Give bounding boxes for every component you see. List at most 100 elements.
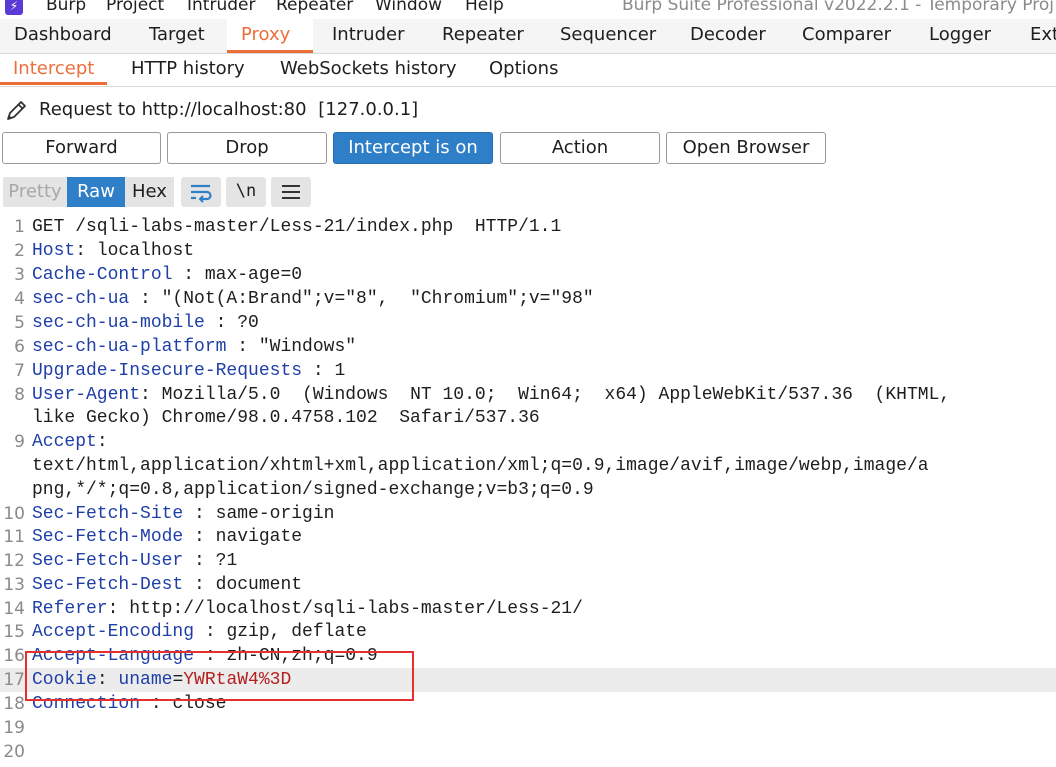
header-name: Host	[32, 241, 76, 261]
header-value: "(Not(A:Brand";v="8", "Chromium";v="98"	[161, 289, 594, 309]
header-name: User-Agent	[32, 385, 141, 405]
window-title: Burp Suite Professional v2022.2.1 - Temp…	[622, 0, 1054, 15]
line-content: Accept-Language : zh-CN,zh;q=0.9	[32, 644, 378, 668]
cookie-equals: =	[172, 670, 184, 690]
request-line[interactable]: 17 Cookie: uname=YWRtaW4%3D	[0, 668, 1056, 692]
line-number: 9	[14, 432, 25, 452]
line-number: 17	[3, 670, 25, 690]
header-value: GET /sqli-labs-master/Less-21/index.php …	[32, 217, 562, 237]
header-value: same-origin	[215, 504, 335, 524]
line-number: 20	[3, 742, 25, 762]
tab-repeater[interactable]: Repeater	[428, 19, 538, 53]
line-content: like Gecko) Chrome/98.0.4758.102 Safari/…	[32, 406, 540, 430]
line-number: 6	[14, 337, 25, 357]
header-value: 1	[334, 361, 346, 381]
forward-button[interactable]: Forward	[2, 132, 161, 164]
line-content: sec-ch-ua-mobile : ?0	[32, 311, 259, 335]
line-number: 14	[3, 599, 25, 619]
menu-window[interactable]: Window	[375, 0, 442, 15]
header-name: Upgrade-Insecure-Requests	[32, 361, 303, 381]
open-browser-button[interactable]: Open Browser	[666, 132, 826, 164]
line-number: 7	[14, 361, 25, 381]
pretty-view-button[interactable]: Pretty	[3, 177, 67, 207]
burp-logo-icon: ⚡	[5, 0, 23, 15]
header-separator: :	[172, 265, 205, 285]
tab-websockets-history[interactable]: WebSockets history	[267, 54, 470, 85]
proxy-sub-tab-bar: Intercept HTTP history WebSockets histor…	[0, 54, 1056, 87]
hamburger-menu-icon	[282, 185, 300, 199]
header-value: max-age=0	[204, 265, 303, 285]
header-value: "Windows"	[258, 337, 357, 357]
header-value: zh-CN,zh;q=0.9	[226, 646, 378, 666]
line-content: Upgrade-Insecure-Requests : 1	[32, 359, 345, 383]
header-name: sec-ch-ua	[32, 289, 130, 309]
menu-intruder[interactable]: Intruder	[187, 0, 255, 15]
tab-intercept[interactable]: Intercept	[0, 54, 108, 85]
show-newlines-button[interactable]: \n	[226, 177, 266, 207]
tab-target[interactable]: Target	[135, 19, 219, 53]
tab-decoder[interactable]: Decoder	[676, 19, 780, 53]
header-separator: :	[194, 622, 227, 642]
header-separator: :	[140, 385, 162, 405]
tab-dashboard[interactable]: Dashboard	[0, 19, 126, 53]
header-separator: :	[194, 646, 227, 666]
tab-options[interactable]: Options	[476, 54, 571, 85]
request-editor[interactable]: 1 GET /sqli-labs-master/Less-21/index.php…	[0, 212, 1056, 767]
tab-sequencer[interactable]: Sequencer	[546, 19, 670, 53]
line-number: 13	[3, 575, 25, 595]
request-target-label: Request to http://localhost:80	[39, 99, 307, 120]
raw-view-button[interactable]: Raw	[67, 177, 125, 207]
header-separator: :	[96, 670, 119, 690]
line-content: Host: localhost	[32, 239, 194, 263]
action-button[interactable]: Action	[500, 132, 660, 164]
header-value: ?0	[237, 313, 259, 333]
editor-menu-button[interactable]	[271, 177, 311, 207]
menu-repeater[interactable]: Repeater	[276, 0, 353, 15]
tab-proxy[interactable]: Proxy	[227, 19, 313, 53]
tab-extender[interactable]: Ext	[1016, 19, 1056, 53]
line-content: User-Agent: Mozilla/5.0 (Windows NT 10.0…	[32, 383, 950, 407]
line-content: sec-ch-ua : "(Not(A:Brand";v="8", "Chrom…	[32, 287, 594, 311]
drop-button[interactable]: Drop	[167, 132, 327, 164]
menu-burp[interactable]: Burp	[46, 0, 86, 15]
header-value: navigate	[215, 527, 303, 547]
header-value: ?1	[215, 551, 238, 571]
header-name: Sec-Fetch-Mode	[32, 527, 184, 547]
line-number: 2	[14, 241, 25, 261]
line-content: sec-ch-ua-platform : "Windows"	[32, 335, 356, 359]
header-name: Sec-Fetch-Site	[32, 504, 184, 524]
line-number: 8	[14, 385, 25, 405]
tab-http-history[interactable]: HTTP history	[118, 54, 258, 85]
header-name: Referer	[32, 599, 108, 619]
line-content: png,*/*;q=0.8,application/signed-exchang…	[32, 478, 594, 502]
header-name: Sec-Fetch-User	[32, 551, 184, 571]
line-number: 19	[3, 718, 25, 738]
line-content: Cookie: uname=YWRtaW4%3D	[32, 668, 291, 692]
header-name: Cache-Control	[32, 265, 173, 285]
main-tab-bar: Dashboard Target Proxy Intruder Repeater…	[0, 19, 1056, 54]
word-wrap-button[interactable]	[181, 177, 221, 207]
cookie-name: uname	[118, 670, 173, 690]
line-content: Connection : close	[32, 692, 226, 716]
tab-comparer[interactable]: Comparer	[788, 19, 905, 53]
header-value: Mozilla/5.0 (Windows NT 10.0; Win64; x64…	[161, 385, 951, 405]
tab-intruder[interactable]: Intruder	[318, 19, 418, 53]
tab-logger[interactable]: Logger	[915, 19, 1005, 53]
line-content: Referer: http://localhost/sqli-labs-mast…	[32, 597, 583, 621]
menu-help[interactable]: Help	[465, 0, 504, 15]
line-number: 4	[14, 289, 25, 309]
intercept-toggle-button[interactable]: Intercept is on	[333, 132, 493, 164]
header-name: Accept-Encoding	[32, 622, 195, 642]
word-wrap-icon	[191, 184, 212, 203]
cookie-value: YWRtaW4%3D	[183, 670, 292, 690]
header-name: Sec-Fetch-Dest	[32, 575, 184, 595]
header-value: gzip, deflate	[226, 622, 367, 642]
header-separator: :	[302, 361, 335, 381]
line-number: 12	[3, 551, 25, 571]
line-content: Sec-Fetch-User : ?1	[32, 549, 237, 573]
line-number: 18	[3, 694, 25, 714]
hex-view-button[interactable]: Hex	[125, 177, 174, 207]
menu-project[interactable]: Project	[106, 0, 164, 15]
line-content: Accept-Encoding : gzip, deflate	[32, 620, 367, 644]
header-value: like Gecko) Chrome/98.0.4758.102 Safari/…	[32, 408, 540, 428]
